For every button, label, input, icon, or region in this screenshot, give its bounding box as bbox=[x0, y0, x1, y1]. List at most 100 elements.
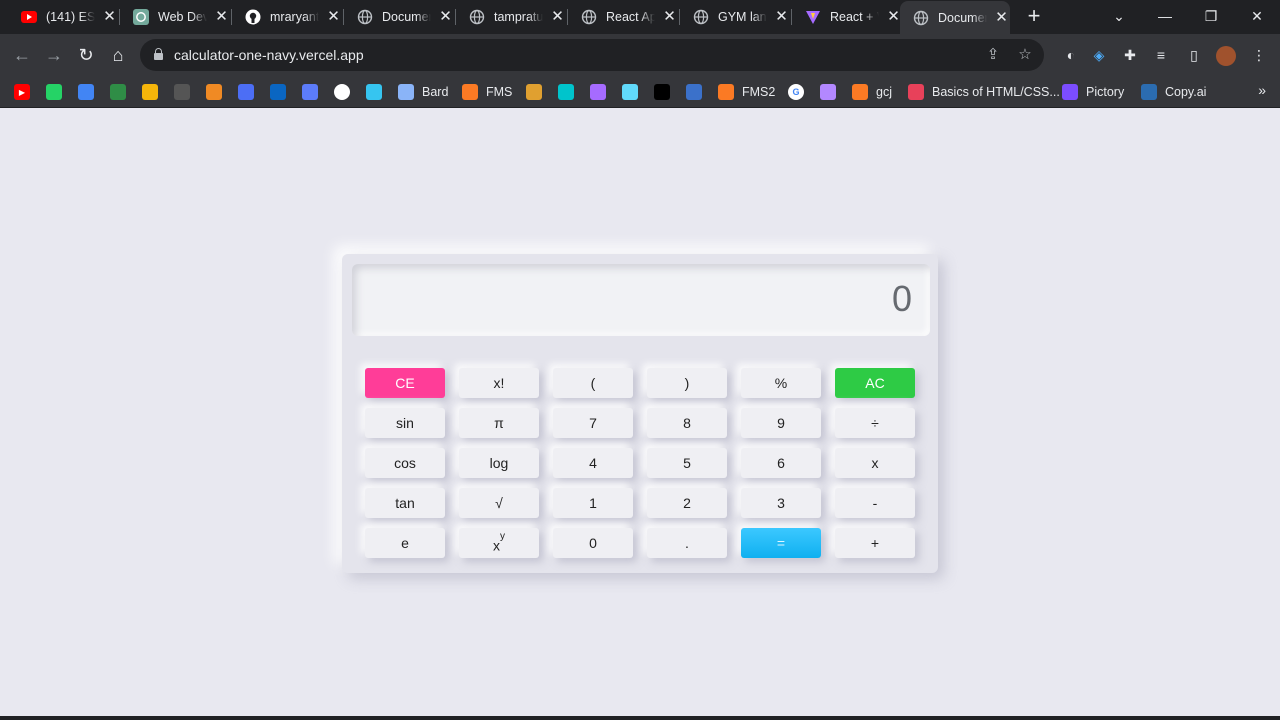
tab-close-icon[interactable]: ✕ bbox=[549, 8, 566, 26]
bookmark-item[interactable] bbox=[110, 82, 126, 102]
bookmark-item[interactable] bbox=[302, 82, 318, 102]
open-paren-button[interactable]: ( bbox=[553, 368, 633, 398]
bookmark-item[interactable]: Bard bbox=[398, 82, 448, 102]
bookmark-item[interactable] bbox=[526, 82, 542, 102]
sqrt-button[interactable]: √ bbox=[459, 488, 539, 518]
extensions-puzzle-icon[interactable]: ✚ bbox=[1121, 46, 1139, 64]
github-icon bbox=[245, 9, 261, 25]
media-control-icon[interactable]: ≡ bbox=[1152, 46, 1170, 64]
bookmark-item[interactable] bbox=[238, 82, 254, 102]
bookmark-item[interactable] bbox=[366, 82, 382, 102]
bookmark-item[interactable] bbox=[206, 82, 222, 102]
bookmark-item[interactable] bbox=[622, 82, 638, 102]
tab-close-icon[interactable]: ✕ bbox=[661, 8, 678, 26]
address-bar[interactable]: calculator-one-navy.vercel.app ⇪ ☆ bbox=[140, 39, 1044, 71]
digit-6-button[interactable]: 6 bbox=[741, 448, 821, 478]
close-window-button[interactable]: ✕ bbox=[1234, 0, 1280, 34]
bookmark-item[interactable] bbox=[46, 82, 62, 102]
clear-entry-button[interactable]: CE bbox=[365, 368, 445, 398]
bookmark-item[interactable] bbox=[654, 82, 670, 102]
bookmark-item[interactable] bbox=[558, 82, 574, 102]
browser-tab[interactable]: GYM lan ✕ bbox=[680, 0, 790, 34]
browser-tab[interactable]: mraryant ✕ bbox=[232, 0, 342, 34]
star-bookmark-icon[interactable]: ☆ bbox=[1016, 46, 1034, 64]
tab-search-icon[interactable]: ⌄ bbox=[1096, 0, 1142, 34]
browser-tab[interactable]: Documen ✕ bbox=[900, 1, 1010, 34]
divide-button[interactable]: ÷ bbox=[835, 408, 915, 438]
euler-button[interactable]: e bbox=[365, 528, 445, 558]
digit-2-button[interactable]: 2 bbox=[647, 488, 727, 518]
digit-7-button[interactable]: 7 bbox=[553, 408, 633, 438]
bookmark-item[interactable] bbox=[334, 82, 350, 102]
bookmark-item[interactable]: FMS2 bbox=[718, 82, 775, 102]
all-clear-button[interactable]: AC bbox=[835, 368, 915, 398]
pi-button[interactable]: π bbox=[459, 408, 539, 438]
menu-kebab-icon[interactable]: ⋮ bbox=[1250, 46, 1268, 64]
browser-tab[interactable]: tampratu ✕ bbox=[456, 0, 566, 34]
share-icon[interactable]: ⇪ bbox=[984, 46, 1002, 64]
tab-title: React Ap bbox=[606, 10, 656, 24]
tab-close-icon[interactable]: ✕ bbox=[993, 9, 1010, 27]
key-label: . bbox=[685, 535, 689, 551]
bookmark-item[interactable]: gcj bbox=[852, 82, 892, 102]
minimize-button[interactable]: — bbox=[1142, 0, 1188, 34]
back-button[interactable]: ← bbox=[9, 42, 35, 68]
tab-close-icon[interactable]: ✕ bbox=[773, 8, 790, 26]
bookmark-item[interactable] bbox=[78, 82, 94, 102]
browser-tab[interactable]: (141) ES6 ✕ bbox=[8, 0, 118, 34]
bookmarks-overflow-icon[interactable]: » bbox=[1258, 82, 1266, 98]
home-button[interactable]: ⌂ bbox=[105, 42, 131, 68]
multiply-button[interactable]: x bbox=[835, 448, 915, 478]
reload-button[interactable]: ↻ bbox=[73, 42, 99, 68]
bookmark-item[interactable] bbox=[142, 82, 158, 102]
bookmark-item[interactable] bbox=[270, 82, 286, 102]
lock-icon[interactable] bbox=[154, 48, 163, 60]
profile-avatar[interactable] bbox=[1216, 46, 1236, 66]
bookmark-item[interactable]: Pictory bbox=[1062, 82, 1124, 102]
tab-close-icon[interactable]: ✕ bbox=[213, 8, 230, 26]
restore-button[interactable]: ❐ bbox=[1188, 0, 1234, 34]
tab-close-icon[interactable]: ✕ bbox=[437, 8, 454, 26]
digit-5-button[interactable]: 5 bbox=[647, 448, 727, 478]
bookmark-item[interactable] bbox=[686, 82, 702, 102]
subtract-button[interactable]: - bbox=[835, 488, 915, 518]
tab-close-icon[interactable]: ✕ bbox=[101, 8, 118, 26]
bookmark-item[interactable]: ▶ bbox=[14, 82, 30, 102]
sin-button[interactable]: sin bbox=[365, 408, 445, 438]
forward-button[interactable]: → bbox=[41, 42, 67, 68]
digit-8-button[interactable]: 8 bbox=[647, 408, 727, 438]
add-button[interactable]: + bbox=[835, 528, 915, 558]
bookmark-item[interactable]: G bbox=[788, 82, 804, 102]
decimal-button[interactable]: . bbox=[647, 528, 727, 558]
browser-tab[interactable]: React + V✕ bbox=[792, 0, 902, 34]
digit-9-button[interactable]: 9 bbox=[741, 408, 821, 438]
bookmark-item[interactable] bbox=[174, 82, 190, 102]
digit-3-button[interactable]: 3 bbox=[741, 488, 821, 518]
browser-tab[interactable]: Documen ✕ bbox=[344, 0, 454, 34]
digit-4-button[interactable]: 4 bbox=[553, 448, 633, 478]
tan-button[interactable]: tan bbox=[365, 488, 445, 518]
log-button[interactable]: log bbox=[459, 448, 539, 478]
extension-dark-icon[interactable]: ◐ bbox=[1062, 46, 1080, 64]
tab-close-icon[interactable]: ✕ bbox=[325, 8, 342, 26]
close-paren-button[interactable]: ) bbox=[647, 368, 727, 398]
bookmark-item[interactable]: Basics of HTML/CSS... bbox=[908, 82, 1060, 102]
side-panel-icon[interactable]: ▯ bbox=[1185, 46, 1203, 64]
percent-button[interactable]: % bbox=[741, 368, 821, 398]
browser-tab[interactable]: React Ap ✕ bbox=[568, 0, 678, 34]
digit-0-button[interactable]: 0 bbox=[553, 528, 633, 558]
globe-icon bbox=[357, 9, 373, 25]
url-text[interactable]: calculator-one-navy.vercel.app bbox=[174, 47, 364, 63]
bookmark-item[interactable]: Copy.ai bbox=[1141, 82, 1206, 102]
power-button[interactable]: xy bbox=[459, 528, 539, 558]
bookmark-item[interactable]: FMS bbox=[462, 82, 512, 102]
equals-button[interactable]: = bbox=[741, 528, 821, 558]
bookmark-item[interactable] bbox=[820, 82, 836, 102]
digit-1-button[interactable]: 1 bbox=[553, 488, 633, 518]
new-tab-button[interactable]: + bbox=[1022, 5, 1046, 29]
extension-shield-icon[interactable]: ◈ bbox=[1090, 46, 1108, 64]
bookmark-item[interactable] bbox=[590, 82, 606, 102]
browser-tab[interactable]: Web Dev ✕ bbox=[120, 0, 230, 34]
cos-button[interactable]: cos bbox=[365, 448, 445, 478]
factorial-button[interactable]: x! bbox=[459, 368, 539, 398]
